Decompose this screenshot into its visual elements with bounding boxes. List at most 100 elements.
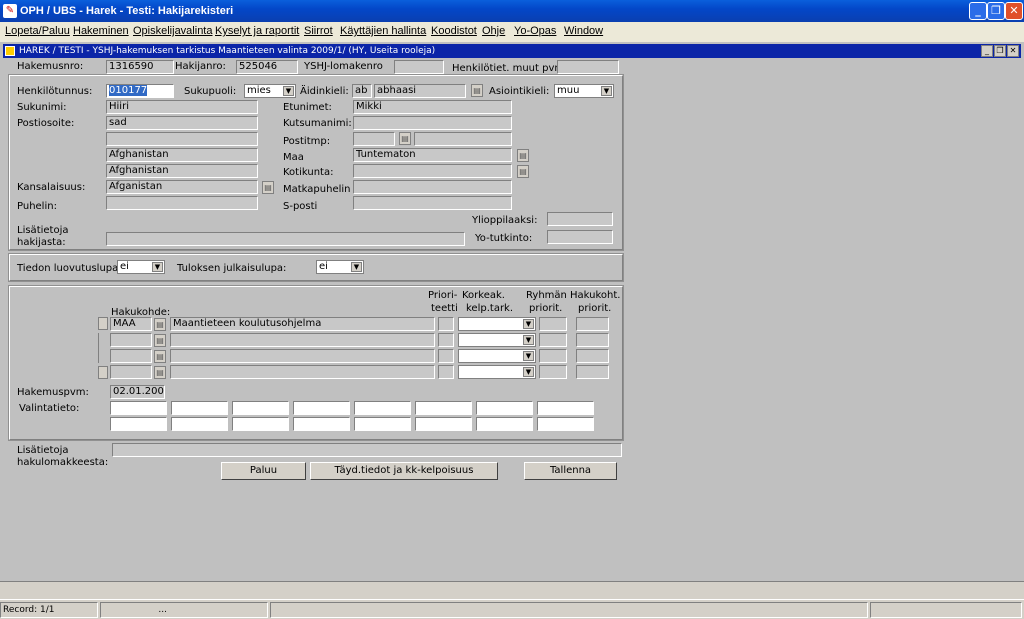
sukunimi-field[interactable]: Hiiri bbox=[106, 100, 258, 114]
list-of-values-icon[interactable]: ▤ bbox=[154, 366, 166, 379]
valintatieto-cell[interactable] bbox=[171, 417, 228, 431]
korkeak-select[interactable]: ▼ bbox=[458, 317, 536, 331]
aidinkieli-field[interactable]: abhaasi bbox=[374, 84, 466, 98]
ryhman-priorit-field[interactable] bbox=[539, 349, 567, 363]
list-of-values-icon[interactable]: ▤ bbox=[517, 165, 529, 178]
valintatieto-cell[interactable] bbox=[293, 417, 350, 431]
valintatieto-cell[interactable] bbox=[171, 401, 228, 415]
prioriteetti-field[interactable] bbox=[438, 333, 454, 347]
kutsumanimi-field[interactable] bbox=[353, 116, 512, 130]
menu-lopeta[interactable]: Lopeta/Paluu bbox=[5, 25, 70, 37]
valintatieto-cell[interactable] bbox=[537, 401, 594, 415]
hakukohde-name-field[interactable]: Maantieteen koulutusohjelma bbox=[170, 317, 435, 331]
lisatietoja-lomake-field[interactable] bbox=[112, 443, 622, 457]
kansalaisuus-field[interactable]: Afganistan bbox=[106, 180, 258, 194]
inner-close-button[interactable]: ✕ bbox=[1007, 45, 1019, 57]
menu-hakeminen[interactable]: Hakeminen bbox=[73, 25, 129, 37]
osoite-line-1[interactable]: sad bbox=[106, 116, 258, 130]
hakukohde-code-field[interactable] bbox=[110, 349, 152, 363]
valintatieto-cell[interactable] bbox=[476, 417, 533, 431]
sposti-field[interactable] bbox=[353, 196, 512, 210]
postinumero-field[interactable] bbox=[353, 132, 395, 146]
lisatietoja-hakija-field[interactable] bbox=[106, 232, 465, 246]
valintatieto-cell[interactable] bbox=[110, 417, 167, 431]
hakukohde-name-field[interactable] bbox=[170, 333, 435, 347]
valintatieto-cell[interactable] bbox=[354, 401, 411, 415]
valintatieto-cell[interactable] bbox=[232, 401, 289, 415]
menu-yo-opas[interactable]: Yo-Opas bbox=[514, 25, 556, 37]
hakemusnro-field[interactable]: 1316590 bbox=[106, 60, 174, 74]
restore-button[interactable]: ❐ bbox=[987, 2, 1005, 20]
kotikunta-field[interactable] bbox=[353, 164, 512, 178]
asiointikieli-select[interactable]: muu ▼ bbox=[554, 84, 614, 98]
postitmp-field[interactable] bbox=[414, 132, 512, 146]
inner-restore-button[interactable]: ❐ bbox=[994, 45, 1006, 57]
korkeak-select[interactable]: ▼ bbox=[458, 365, 536, 379]
osoite-line-3[interactable]: Afghanistan bbox=[106, 148, 258, 162]
menu-koodistot[interactable]: Koodistot bbox=[431, 25, 477, 37]
hakemuspvm-field[interactable]: 02.01.2009 bbox=[110, 385, 165, 399]
list-of-values-icon[interactable]: ▤ bbox=[154, 350, 166, 363]
hakukohde-code-field[interactable] bbox=[110, 365, 152, 379]
row-selector[interactable] bbox=[98, 317, 108, 330]
muut-pvm-field[interactable] bbox=[557, 60, 619, 74]
ryhman-priorit-field[interactable] bbox=[539, 333, 567, 347]
prioriteetti-field[interactable] bbox=[438, 317, 454, 331]
valintatieto-cell[interactable] bbox=[415, 417, 472, 431]
osoite-line-2[interactable] bbox=[106, 132, 258, 146]
menu-kyselyt[interactable]: Kyselyt ja raportit bbox=[215, 25, 299, 37]
prioriteetti-field[interactable] bbox=[438, 349, 454, 363]
maa-field[interactable]: Tuntematon bbox=[353, 148, 512, 162]
hakukoht-priorit-field[interactable] bbox=[576, 349, 609, 363]
list-of-values-icon[interactable]: ▤ bbox=[154, 334, 166, 347]
korkeak-select[interactable]: ▼ bbox=[458, 333, 536, 347]
menu-siirrot[interactable]: Siirrot bbox=[304, 25, 333, 37]
valintatieto-cell[interactable] bbox=[110, 401, 167, 415]
ryhman-priorit-field[interactable] bbox=[539, 365, 567, 379]
osoite-line-4[interactable]: Afghanistan bbox=[106, 164, 258, 178]
luovutuslupa-select[interactable]: ei ▼ bbox=[117, 260, 165, 274]
ylioppilaaksi-field[interactable] bbox=[547, 212, 613, 226]
aidinkieli-code-field[interactable]: ab bbox=[352, 84, 372, 98]
menu-opiskelijavalinta[interactable]: Opiskelijavalinta bbox=[133, 25, 212, 37]
hakukohde-code-field[interactable] bbox=[110, 333, 152, 347]
paluu-button[interactable]: Paluu bbox=[221, 462, 306, 480]
inner-minimize-button[interactable]: _ bbox=[981, 45, 993, 57]
hakukoht-priorit-field[interactable] bbox=[576, 333, 609, 347]
hakukohde-code-field[interactable]: MAA bbox=[110, 317, 152, 331]
lomakenro-field[interactable] bbox=[394, 60, 444, 74]
prioriteetti-field[interactable] bbox=[438, 365, 454, 379]
list-of-values-icon[interactable]: ▤ bbox=[517, 149, 529, 162]
tallenna-button[interactable]: Tallenna bbox=[524, 462, 617, 480]
taydennys-button[interactable]: Täyd.tiedot ja kk-kelpoisuus bbox=[310, 462, 498, 480]
julkaisulupa-select[interactable]: ei ▼ bbox=[316, 260, 364, 274]
list-of-values-icon[interactable]: ▤ bbox=[262, 181, 274, 194]
menu-ohje[interactable]: Ohje bbox=[482, 25, 505, 37]
hakukoht-priorit-field[interactable] bbox=[576, 365, 609, 379]
hakukohde-name-field[interactable] bbox=[170, 349, 435, 363]
list-of-values-icon[interactable]: ▤ bbox=[154, 318, 166, 331]
valintatieto-cell[interactable] bbox=[537, 417, 594, 431]
minimize-button[interactable]: _ bbox=[969, 2, 987, 20]
henkilotunnus-field[interactable]: 010177 bbox=[106, 84, 174, 98]
puhelin-field[interactable] bbox=[106, 196, 258, 210]
yotutkinto-field[interactable] bbox=[547, 230, 613, 244]
ryhman-priorit-field[interactable] bbox=[539, 317, 567, 331]
valintatieto-cell[interactable] bbox=[354, 417, 411, 431]
sukupuoli-select[interactable]: mies ▼ bbox=[244, 84, 296, 98]
list-of-values-icon[interactable]: ▤ bbox=[399, 132, 411, 145]
row-selector[interactable] bbox=[98, 366, 108, 379]
hakukoht-priorit-field[interactable] bbox=[576, 317, 609, 331]
etunimet-field[interactable]: Mikki bbox=[353, 100, 512, 114]
matkapuhelin-field[interactable] bbox=[353, 180, 512, 194]
korkeak-select[interactable]: ▼ bbox=[458, 349, 536, 363]
valintatieto-cell[interactable] bbox=[293, 401, 350, 415]
valintatieto-cell[interactable] bbox=[232, 417, 289, 431]
hakukohde-name-field[interactable] bbox=[170, 365, 435, 379]
valintatieto-cell[interactable] bbox=[415, 401, 472, 415]
close-button[interactable]: ✕ bbox=[1005, 2, 1023, 20]
list-of-values-icon[interactable]: ▤ bbox=[471, 84, 483, 97]
menu-window[interactable]: Window bbox=[564, 25, 603, 37]
menu-kayttajat[interactable]: Käyttäjien hallinta bbox=[340, 25, 426, 37]
valintatieto-cell[interactable] bbox=[476, 401, 533, 415]
